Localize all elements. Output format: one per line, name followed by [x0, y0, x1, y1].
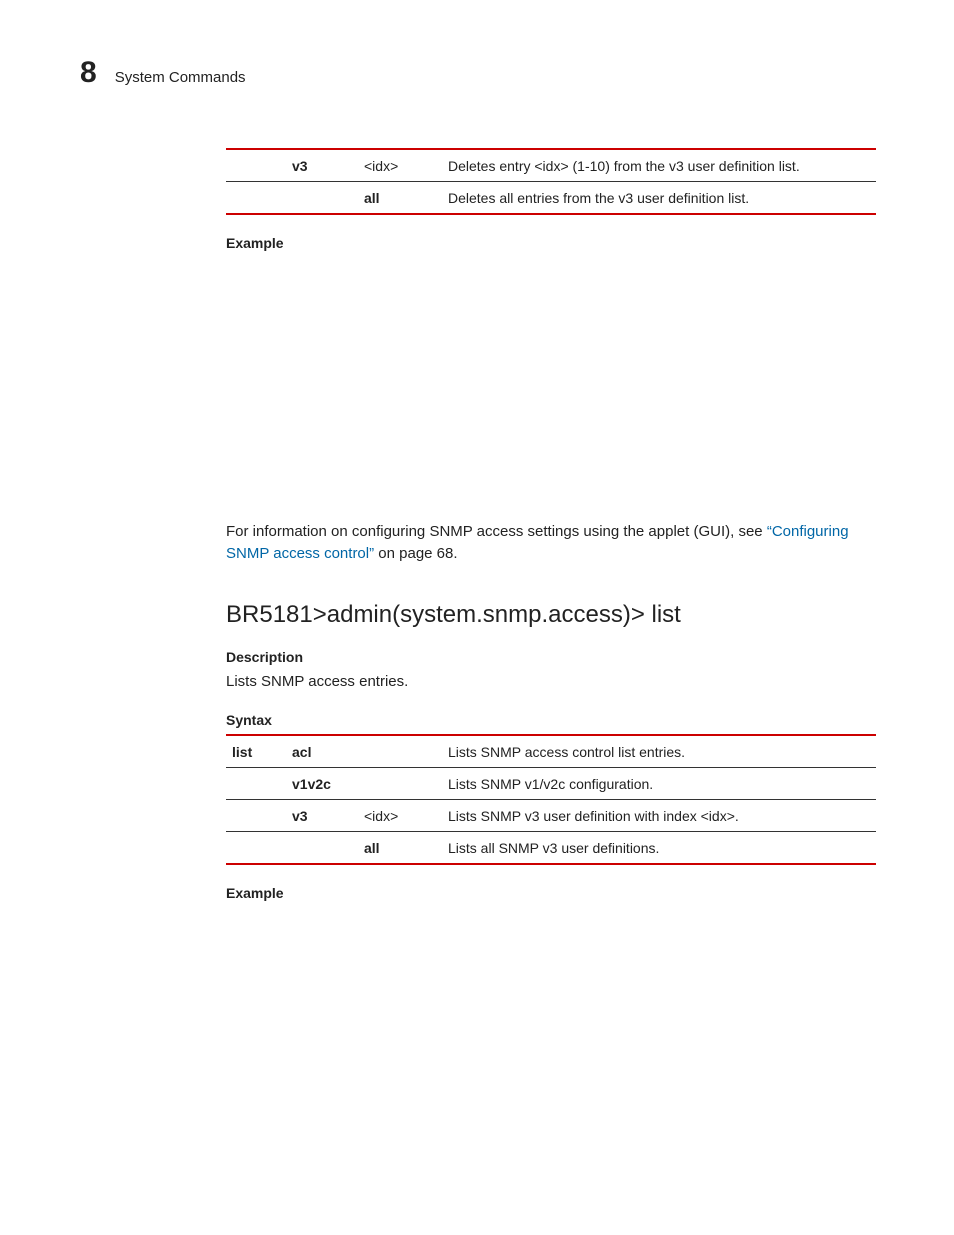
- command: [226, 768, 286, 800]
- chapter-number: 8: [80, 58, 97, 88]
- syntax-table-list: list acl Lists SNMP access control list …: [226, 734, 876, 865]
- param-description: Lists SNMP access control list entries.: [442, 735, 876, 768]
- table-row: all Deletes all entries from the v3 user…: [226, 182, 876, 215]
- param-description: Lists all SNMP v3 user definitions.: [442, 832, 876, 865]
- table-row: v3 <idx> Lists SNMP v3 user definition w…: [226, 800, 876, 832]
- param: v1v2c: [286, 768, 358, 800]
- param: all: [358, 182, 442, 215]
- table-row: all Lists all SNMP v3 user definitions.: [226, 832, 876, 865]
- page-header: 8 System Commands: [80, 58, 874, 88]
- param: all: [358, 832, 442, 865]
- text: on page 68.: [374, 545, 457, 562]
- command-title: BR5181>admin(system.snmp.access)> list: [226, 601, 874, 629]
- param: [286, 182, 358, 215]
- table-row: list acl Lists SNMP access control list …: [226, 735, 876, 768]
- param: <idx>: [358, 149, 442, 182]
- description-text: Lists SNMP access entries.: [226, 671, 874, 693]
- syntax-heading: Syntax: [226, 712, 874, 728]
- command: [226, 832, 286, 865]
- param-description: Lists SNMP v1/v2c configuration.: [442, 768, 876, 800]
- param-description: Lists SNMP v3 user definition with index…: [442, 800, 876, 832]
- param: v3: [286, 149, 358, 182]
- example-heading: Example: [226, 235, 874, 251]
- command: [226, 800, 286, 832]
- syntax-table-delete-v3: v3 <idx> Deletes entry <idx> (1-10) from…: [226, 148, 876, 215]
- param: [358, 768, 442, 800]
- table-row: v3 <idx> Deletes entry <idx> (1-10) from…: [226, 149, 876, 182]
- example-heading: Example: [226, 885, 874, 901]
- param: [358, 735, 442, 768]
- chapter-title: System Commands: [115, 69, 246, 86]
- table-row: v1v2c Lists SNMP v1/v2c configuration.: [226, 768, 876, 800]
- description-heading: Description: [226, 649, 874, 665]
- cross-reference-paragraph: For information on configuring SNMP acce…: [226, 521, 874, 565]
- text: For information on configuring SNMP acce…: [226, 523, 767, 540]
- param: v3: [286, 800, 358, 832]
- param: acl: [286, 735, 358, 768]
- command: list: [226, 735, 286, 768]
- param-description: Deletes entry <idx> (1-10) from the v3 u…: [442, 149, 876, 182]
- param-description: Deletes all entries from the v3 user def…: [442, 182, 876, 215]
- param: [286, 832, 358, 865]
- param: <idx>: [358, 800, 442, 832]
